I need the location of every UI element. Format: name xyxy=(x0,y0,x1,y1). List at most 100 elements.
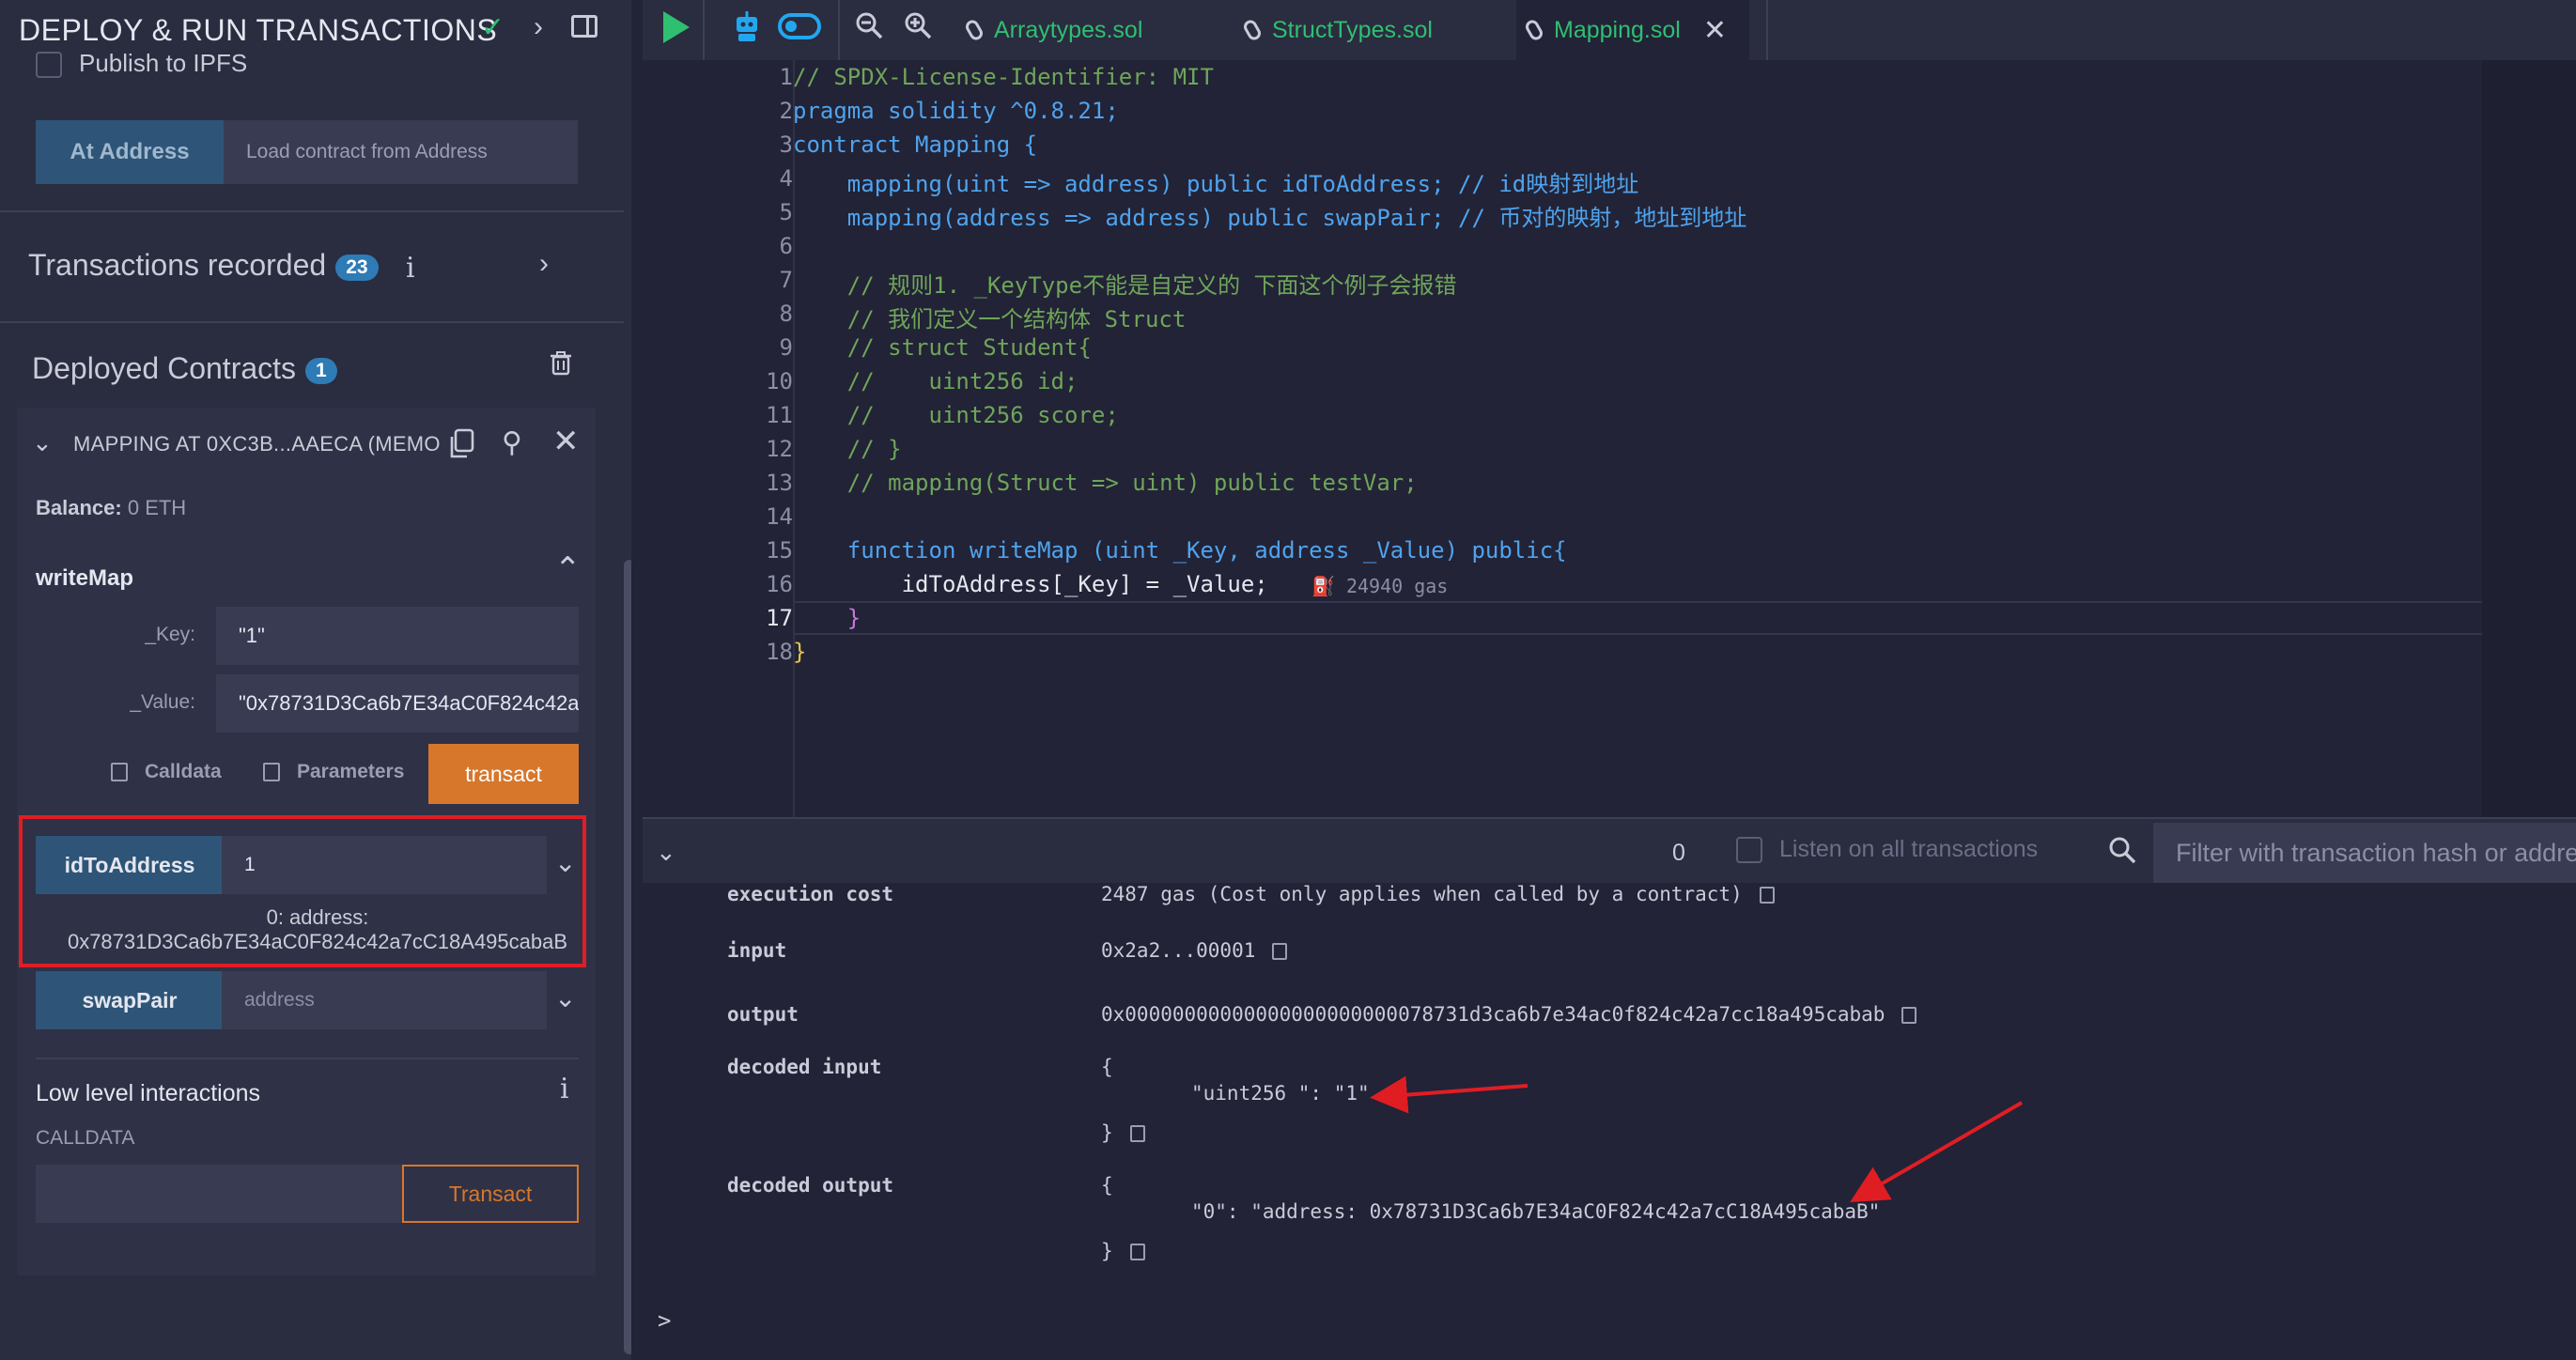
tab-structtypes[interactable]: StructTypes.sol xyxy=(1241,0,1433,60)
parameters-label: Parameters xyxy=(297,761,405,782)
balance-value: 0 ETH xyxy=(127,496,187,519)
toggle-icon[interactable] xyxy=(778,13,821,39)
key-field[interactable]: "1" xyxy=(216,607,579,665)
line-number: 10 xyxy=(766,368,793,394)
tab-mapping[interactable]: Mapping.sol ✕ xyxy=(1516,0,1749,60)
zoom-out-icon[interactable] xyxy=(855,11,883,39)
info-icon[interactable]: i xyxy=(560,1073,569,1105)
low-level-title: Low level interactions xyxy=(36,1080,261,1106)
parameters-copy-button[interactable]: Parameters xyxy=(263,761,404,783)
panel-scrollbar[interactable] xyxy=(624,560,631,1354)
robot-icon[interactable] xyxy=(733,11,761,43)
json-brace-close: } xyxy=(1101,1240,1145,1262)
contract-header[interactable]: ⌄ MAPPING AT 0XC3B...AAECA (MEMORY) ⚲ ✕ xyxy=(17,408,596,483)
code-line: idToAddress[_Key] = _Value; xyxy=(793,571,1268,597)
copy-icon[interactable] xyxy=(447,428,475,460)
tab-label: Arraytypes.sol xyxy=(994,16,1143,43)
info-icon[interactable]: i xyxy=(406,252,415,285)
copy-icon[interactable] xyxy=(1901,1007,1917,1024)
json-brace: } xyxy=(1101,1240,1113,1262)
listen-all-toggle[interactable]: Listen on all transactions xyxy=(1736,836,2038,864)
code-line: // struct Student{ xyxy=(793,334,1092,361)
transactions-recorded-label: Transactions recorded xyxy=(28,248,327,282)
code-line: } xyxy=(793,639,807,665)
transactions-count-badge: 23 xyxy=(335,254,379,281)
json-brace-close: } xyxy=(1101,1121,1145,1144)
calldata-input[interactable] xyxy=(36,1165,402,1223)
search-icon[interactable] xyxy=(2108,836,2136,864)
highlight-annotation-box xyxy=(19,815,586,967)
line-number: 7 xyxy=(779,267,793,293)
line-number: 6 xyxy=(779,233,793,259)
link-icon xyxy=(1523,17,1545,43)
chevron-right-icon[interactable]: › xyxy=(534,11,543,43)
contract-name: MAPPING AT 0XC3B...AAECA (MEMORY) xyxy=(73,432,440,456)
run-icon[interactable] xyxy=(663,11,690,43)
value-field[interactable]: "0x78731D3Ca6b7E34aC0F824c42a7cC18A495ca… xyxy=(216,674,579,733)
value-field-label: _Value: xyxy=(130,691,195,713)
close-icon[interactable]: ✕ xyxy=(1703,14,1727,47)
toggle-panel-icon[interactable] xyxy=(571,15,597,38)
chevron-up-icon[interactable]: ⌃ xyxy=(554,550,582,588)
code-minimap[interactable] xyxy=(2482,60,2576,817)
code-line: contract Mapping { xyxy=(793,131,1038,158)
tx-field-value: 0x2a2...00001 xyxy=(1101,939,1288,962)
output-value: 0x00000000000000000000000078731d3ca6b7e3… xyxy=(1101,1003,1885,1026)
publish-ipfs-label: Publish to IPFS xyxy=(79,49,248,77)
divider xyxy=(1766,0,1768,60)
link-icon xyxy=(1241,17,1264,43)
copy-icon[interactable] xyxy=(1759,887,1775,904)
line-number: 4 xyxy=(779,165,793,192)
tab-arraytypes[interactable]: Arraytypes.sol xyxy=(963,0,1143,60)
at-address-input[interactable]: Load contract from Address xyxy=(224,120,578,184)
line-number: 2 xyxy=(779,98,793,124)
zoom-in-icon[interactable] xyxy=(904,11,932,39)
line-number: 14 xyxy=(766,503,793,530)
close-icon[interactable]: ✕ xyxy=(552,423,580,460)
transact-button[interactable]: transact xyxy=(428,744,579,804)
code-line: // } xyxy=(793,436,902,462)
publish-ipfs-row[interactable]: Publish to IPFS xyxy=(36,49,248,79)
chevron-right-icon[interactable]: › xyxy=(539,248,549,280)
copy-icon[interactable] xyxy=(1272,943,1288,960)
listen-all-checkbox[interactable] xyxy=(1736,837,1762,864)
trash-icon[interactable] xyxy=(551,351,571,376)
key-field-label: _Key: xyxy=(145,624,195,645)
line-number: 12 xyxy=(766,436,793,462)
transaction-filter-input[interactable]: Filter with transaction hash or address xyxy=(2153,823,2576,883)
active-line-highlight xyxy=(795,601,2486,635)
tx-field-key: decoded input xyxy=(727,1056,882,1078)
tx-field-key: execution cost xyxy=(727,883,894,905)
check-icon: ✓ xyxy=(481,12,505,43)
terminal-prompt[interactable]: > xyxy=(658,1307,671,1334)
pin-icon[interactable]: ⚲ xyxy=(502,426,522,459)
swap-pair-button[interactable]: swapPair xyxy=(36,971,224,1029)
transactions-recorded-toggle[interactable]: Transactions recorded 23 xyxy=(28,248,379,283)
divider xyxy=(36,1058,579,1059)
editor-tabs-bar: Arraytypes.sol StructTypes.sol Mapping.s… xyxy=(643,0,2576,60)
code-line: // 规则1. _KeyType不能是自定义的 下面这个例子会报错 xyxy=(793,272,1457,299)
publish-ipfs-checkbox[interactable] xyxy=(36,52,62,79)
code-line: mapping(address => address) public swapP… xyxy=(793,205,1747,231)
copy-icon xyxy=(111,763,128,782)
chevron-down-icon[interactable]: ⌄ xyxy=(32,428,53,457)
deployed-contracts-label: Deployed Contracts xyxy=(32,351,297,385)
collapse-terminal-icon[interactable]: ⌄ xyxy=(656,838,676,867)
code-editor[interactable]: 1 2 3 4 5 6 7 8 9 10 11 12 13 14 15 16 1… xyxy=(643,60,2576,817)
calldata-copy-button[interactable]: Calldata xyxy=(111,761,222,783)
gas-estimate-value: 24940 gas xyxy=(1345,575,1449,597)
chevron-down-icon[interactable]: ⌄ xyxy=(554,982,576,1013)
at-address-button[interactable]: At Address xyxy=(36,120,224,184)
decoded-input-value: "uint256 ": "1" xyxy=(1191,1082,1370,1105)
function-title: writeMap xyxy=(36,565,134,591)
swap-pair-input[interactable]: address xyxy=(222,971,547,1029)
divider xyxy=(0,210,624,212)
panel-title: DEPLOY & RUN TRANSACTIONS xyxy=(19,13,498,47)
line-number: 1 xyxy=(779,64,793,90)
low-level-transact-button[interactable]: Transact xyxy=(402,1165,579,1223)
copy-icon[interactable] xyxy=(1129,1125,1145,1142)
line-number-active: 17 xyxy=(766,605,793,631)
copy-icon[interactable] xyxy=(1129,1244,1145,1260)
divider xyxy=(703,0,705,60)
line-number: 8 xyxy=(779,301,793,327)
